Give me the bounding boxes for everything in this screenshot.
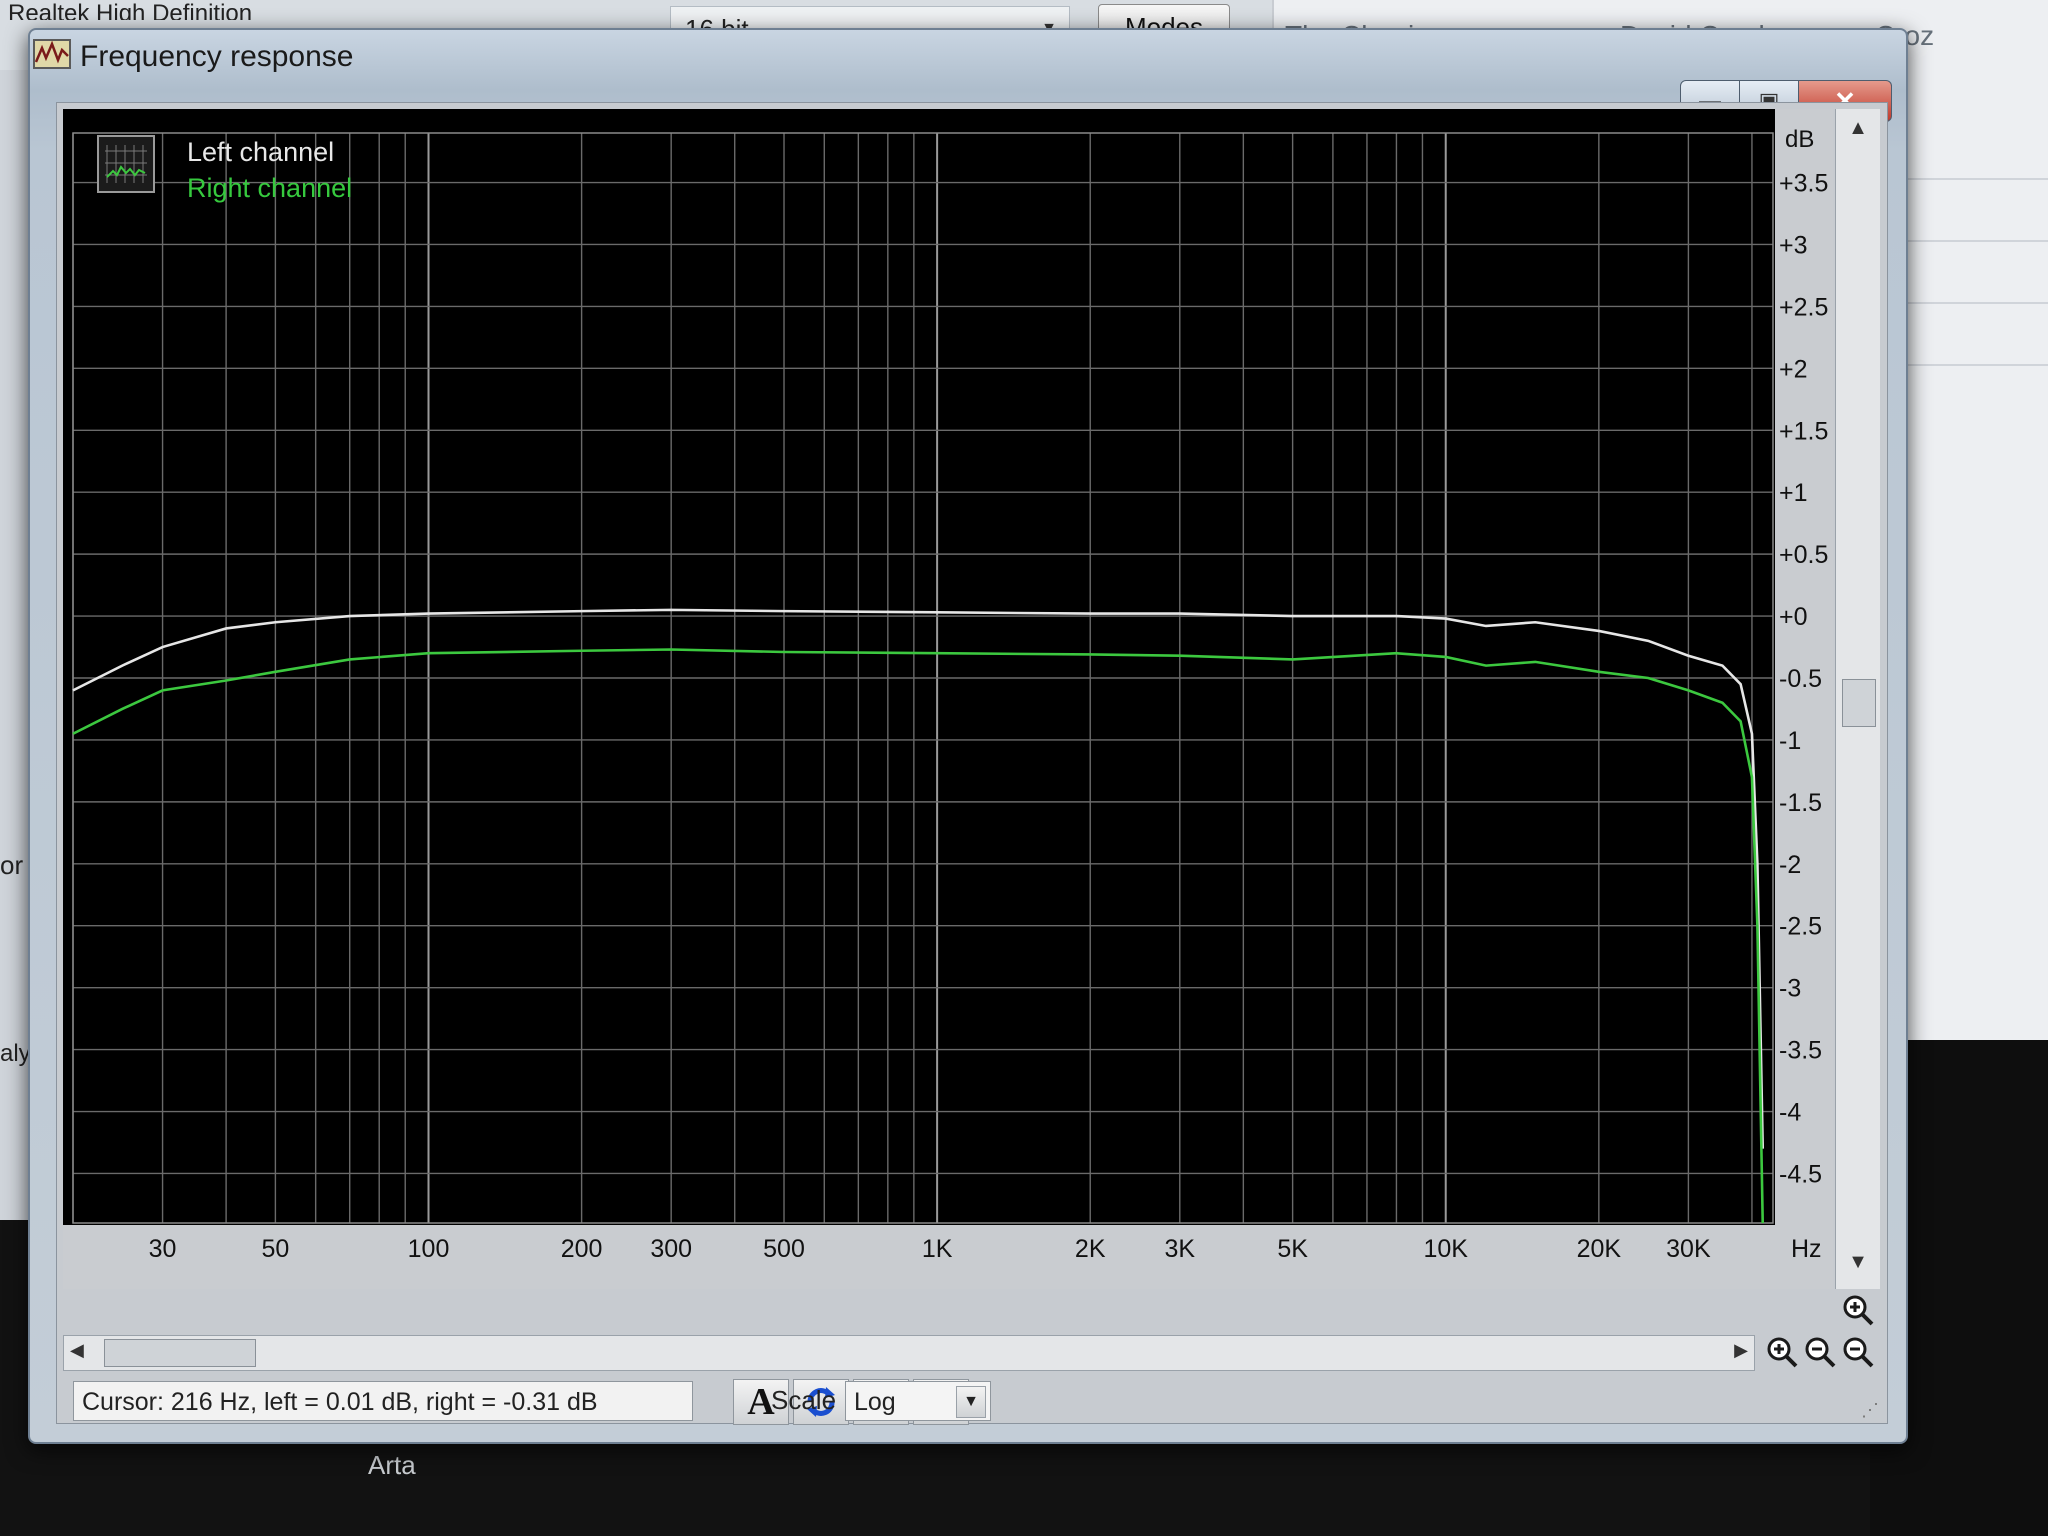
y-tick-label: +2.5 <box>1779 293 1828 321</box>
zoom-in-x-icon[interactable] <box>1765 1335 1799 1369</box>
horizontal-scrollbar[interactable]: ◀ ▶ <box>63 1335 1755 1371</box>
taskbar-app-label[interactable]: Arta <box>368 1450 416 1481</box>
x-axis-unit: Hz <box>1791 1235 1822 1263</box>
vertical-scroll-thumb[interactable] <box>1842 679 1876 727</box>
frequency-response-chart[interactable]: +3.5 +3 +2.5 +2 +1.5 +1 +0.5 +0 -0.5 -1 -1.5 -2 -2.5… <box>63 109 1833 1289</box>
window-title: Frequency response <box>80 40 354 73</box>
background-left-text: or <box>0 850 24 880</box>
legend-left-channel: Left channel <box>187 137 335 167</box>
x-tick-label: 1K <box>922 1235 953 1263</box>
zoom-out-x-icon[interactable] <box>1803 1335 1837 1369</box>
y-tick-label: -4 <box>1779 1099 1801 1127</box>
y-tick-label: +0 <box>1779 603 1808 631</box>
x-tick-label: 300 <box>650 1235 692 1263</box>
scale-label: Scale <box>771 1385 837 1415</box>
y-tick-label: -3 <box>1779 975 1801 1003</box>
y-tick-label: +0.5 <box>1779 541 1828 569</box>
y-tick-label: +1 <box>1779 479 1808 507</box>
x-tick-label: 100 <box>408 1235 450 1263</box>
x-tick-label: 50 <box>261 1235 289 1263</box>
y-axis-unit: dB <box>1785 126 1814 153</box>
x-tick-label: 30K <box>1666 1235 1711 1263</box>
x-tick-label: 200 <box>561 1235 603 1263</box>
scale-value: Log <box>854 1388 896 1416</box>
y-tick-label: -1.5 <box>1779 789 1822 817</box>
x-tick-label: 2K <box>1075 1235 1106 1263</box>
y-tick-label: -1 <box>1779 727 1801 755</box>
frequency-response-icon <box>33 39 71 69</box>
x-tick-label: 20K <box>1577 1235 1622 1263</box>
right-channel-line <box>72 648 1765 1224</box>
x-tick-label: 3K <box>1164 1235 1195 1263</box>
resize-grip-icon[interactable]: ⋰ <box>1861 1400 1879 1421</box>
y-tick-label: -2.5 <box>1779 913 1822 941</box>
scroll-left-icon[interactable]: ◀ <box>70 1340 84 1361</box>
y-tick-label: +3 <box>1779 231 1808 259</box>
x-tick-label: 5K <box>1277 1235 1308 1263</box>
scroll-right-icon[interactable]: ▶ <box>1734 1340 1748 1361</box>
vertical-scrollbar[interactable]: ▲ ▼ <box>1835 109 1880 1289</box>
chart-settings-icon[interactable] <box>97 135 155 193</box>
chevron-down-icon[interactable]: ▼ <box>956 1386 986 1418</box>
horizontal-scroll-thumb[interactable] <box>104 1339 256 1367</box>
x-tick-label: 30 <box>149 1235 177 1263</box>
y-tick-label: -0.5 <box>1779 665 1822 693</box>
x-tick-label: 10K <box>1423 1235 1468 1263</box>
status-toolbar: Cursor: 216 Hz, left = 0.01 dB, right = … <box>63 1379 1883 1425</box>
y-tick-label: -4.5 <box>1779 1160 1822 1188</box>
y-tick-label: +2 <box>1779 355 1808 383</box>
y-tick-label: -3.5 <box>1779 1037 1822 1065</box>
legend-right-channel: Right channel <box>187 173 353 203</box>
zoom-in-y-icon[interactable] <box>1841 1293 1875 1327</box>
background-left-text: aly <box>0 1040 31 1067</box>
scale-select[interactable]: Log ▼ <box>845 1381 991 1421</box>
zoom-out-y-icon[interactable] <box>1841 1335 1875 1369</box>
scroll-down-icon[interactable]: ▼ <box>1842 1251 1874 1281</box>
device-label[interactable]: Realtek High Definition <box>8 0 298 20</box>
y-tick-label: +3.5 <box>1779 170 1828 198</box>
cursor-readout: Cursor: 216 Hz, left = 0.01 dB, right = … <box>73 1381 693 1421</box>
scroll-up-icon[interactable]: ▲ <box>1842 117 1874 147</box>
y-tick-label: +1.5 <box>1779 417 1828 445</box>
window-client-area: +3.5 +3 +2.5 +2 +1.5 +1 +0.5 +0 -0.5 -1 -1.5 -2 -2.5… <box>56 102 1888 1425</box>
frequency-response-window: Frequency response ▬ ▣ ✕ +3.5 +3 +2.5 +2 +1.… <box>28 28 1908 1444</box>
plot-area[interactable]: +3.5 +3 +2.5 +2 +1.5 +1 +0.5 +0 -0.5 -1 -1.5 -2 -2.5… <box>63 109 1833 1289</box>
x-tick-label: 500 <box>763 1235 805 1263</box>
y-tick-label: -2 <box>1779 851 1801 879</box>
left-channel-line <box>72 608 1765 1149</box>
